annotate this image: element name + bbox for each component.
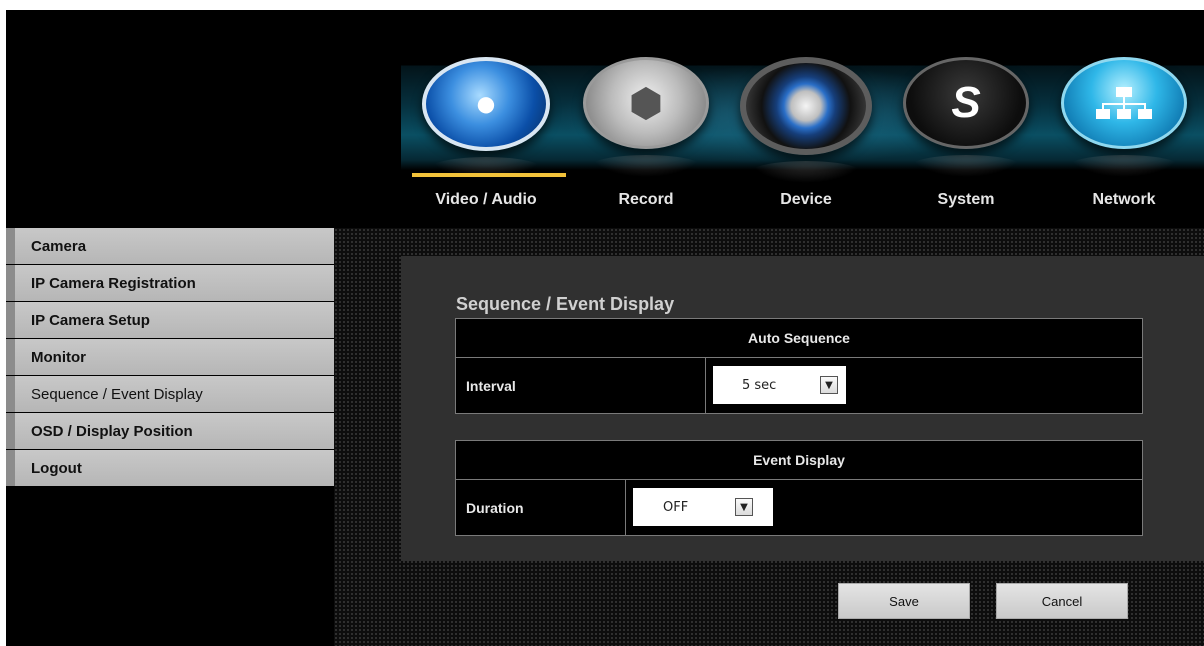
nav-video-audio[interactable]: ● Video / Audio: [406, 55, 566, 225]
interval-row: Interval 5 sec ▼: [456, 358, 1142, 413]
nav-record-label: Record: [618, 191, 674, 208]
nav-device-label: Device: [780, 191, 832, 208]
interval-value: 5 sec: [742, 377, 777, 393]
chevron-down-icon: ▼: [820, 376, 838, 394]
active-tab-underline: [412, 173, 566, 177]
chevron-down-icon: ▼: [735, 498, 753, 516]
sidebar-item-logout[interactable]: Logout: [6, 450, 334, 486]
duration-row: Duration OFF ▼: [456, 480, 1142, 535]
sidebar-item-monitor[interactable]: Monitor: [6, 339, 334, 375]
nav-network[interactable]: Network: [1044, 55, 1204, 225]
sidebar-menu: Camera IP Camera Registration IP Camera …: [6, 228, 334, 487]
nav-video-audio-label: Video / Audio: [435, 191, 537, 208]
interval-label: Interval: [456, 358, 706, 413]
dial-knob-icon: [740, 57, 872, 155]
settings-panel: Sequence / Event Display Auto Sequence I…: [401, 256, 1204, 561]
top-navigation: ● Video / Audio ⬢ Record Device S System: [401, 10, 1204, 225]
cancel-button[interactable]: Cancel: [996, 583, 1128, 619]
nav-system-label: System: [937, 191, 995, 208]
nav-device[interactable]: Device: [726, 55, 886, 225]
auto-sequence-header: Auto Sequence: [456, 319, 1142, 358]
auto-sequence-table: Auto Sequence Interval 5 sec ▼: [455, 318, 1143, 414]
s-swirl-icon: S: [903, 57, 1029, 149]
duration-value: OFF: [663, 499, 689, 515]
sidebar-item-sequence-event-display[interactable]: Sequence / Event Display: [6, 376, 334, 412]
sidebar-item-ip-camera-setup[interactable]: IP Camera Setup: [6, 302, 334, 338]
event-display-header: Event Display: [456, 441, 1142, 480]
sidebar-item-osd-display-position[interactable]: OSD / Display Position: [6, 413, 334, 449]
duration-label: Duration: [456, 480, 626, 535]
sidebar-item-ip-camera-registration[interactable]: IP Camera Registration: [6, 265, 334, 301]
nav-record[interactable]: ⬢ Record: [566, 55, 726, 225]
film-reel-icon: ●: [422, 57, 550, 151]
nav-system[interactable]: S System: [886, 55, 1046, 225]
network-tree-icon: [1061, 57, 1187, 149]
camera-aperture-icon: ⬢: [583, 57, 709, 149]
save-button[interactable]: Save: [838, 583, 970, 619]
event-display-table: Event Display Duration OFF ▼: [455, 440, 1143, 536]
interval-select[interactable]: 5 sec ▼: [713, 366, 846, 404]
nav-network-label: Network: [1092, 191, 1156, 208]
page-title: Sequence / Event Display: [456, 294, 675, 314]
app-window: ● Video / Audio ⬢ Record Device S System: [6, 10, 1204, 646]
duration-select[interactable]: OFF ▼: [633, 488, 773, 526]
sidebar-item-camera[interactable]: Camera: [6, 228, 334, 264]
